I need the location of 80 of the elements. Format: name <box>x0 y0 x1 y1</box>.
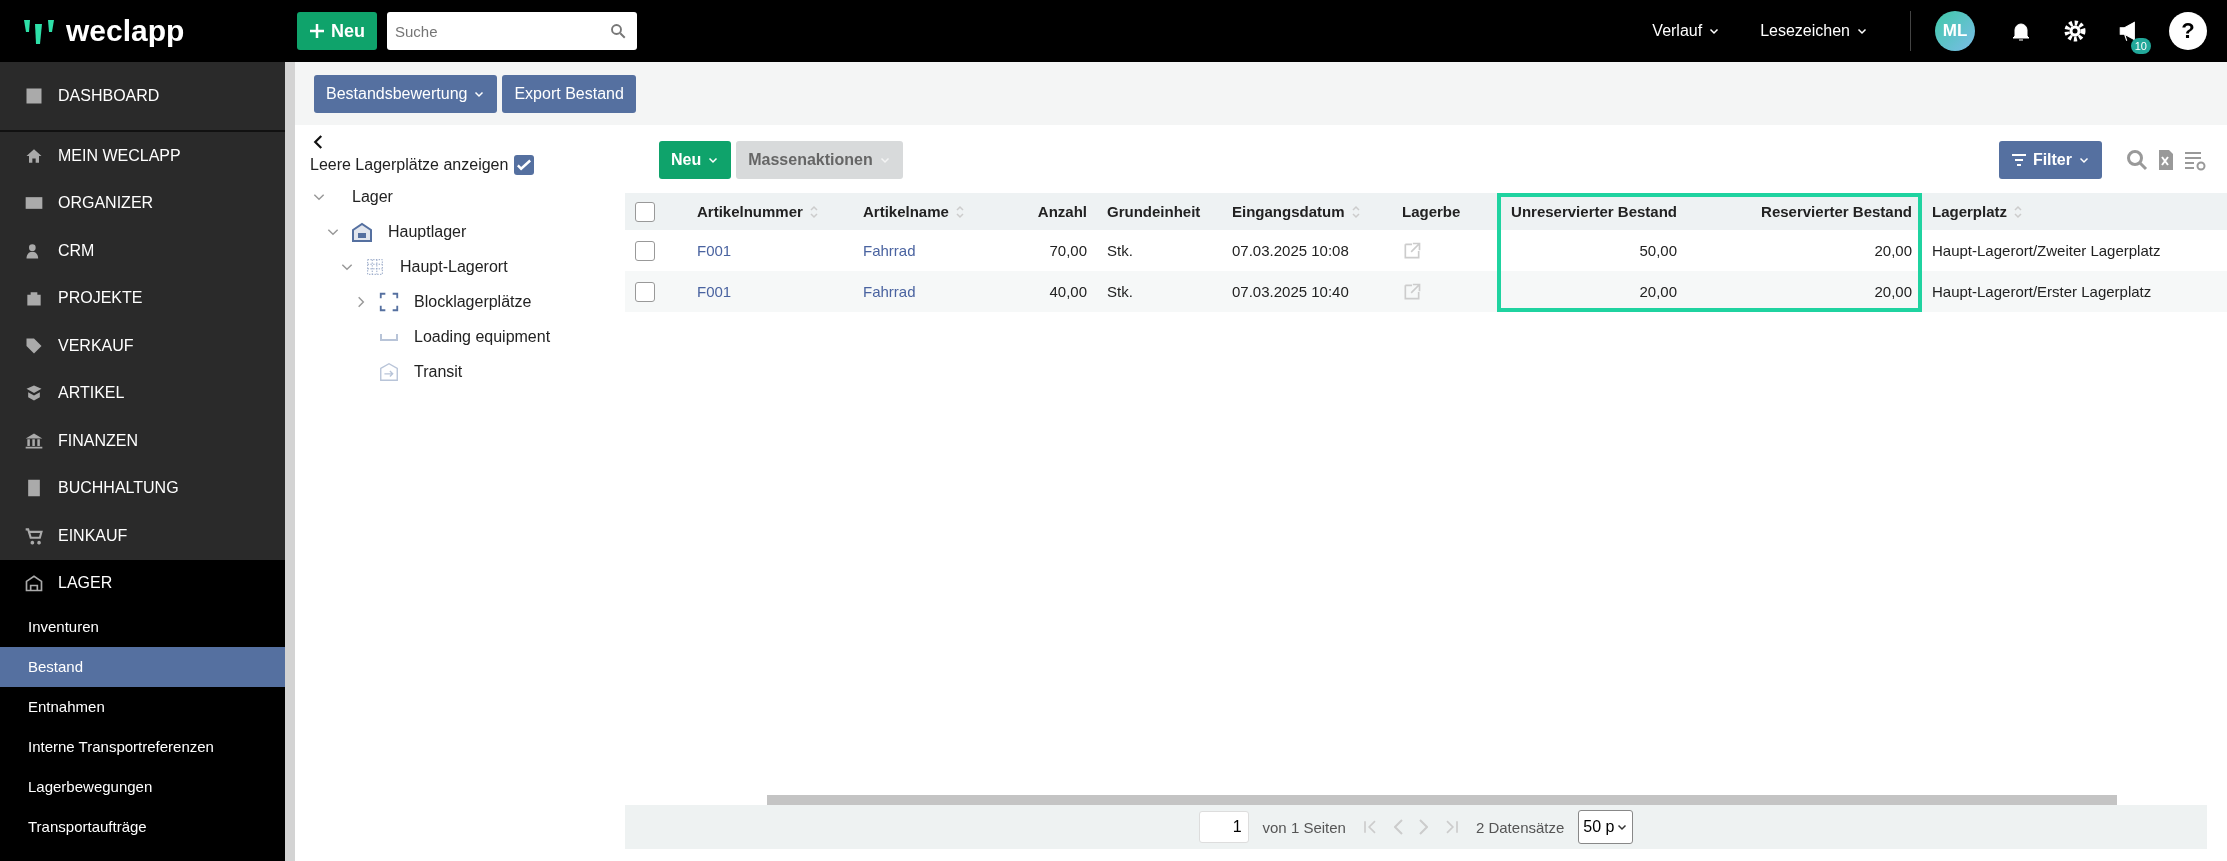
show-empty-checkbox[interactable] <box>514 155 535 175</box>
checkbox-label: Leere Lagerplätze anzeigen <box>310 156 509 174</box>
cart-icon <box>24 525 44 546</box>
sidebar-item[interactable]: FINANZEN <box>0 417 285 465</box>
search-icon <box>609 22 627 40</box>
column-header[interactable]: Unreservierter Bestand <box>1497 193 1687 230</box>
table-cell-text: Stk. <box>1106 241 1134 261</box>
column-header[interactable]: Grundeinheit <box>1097 193 1222 230</box>
sidebar-item[interactable]: DASHBOARD <box>0 62 285 132</box>
sidebar-item[interactable]: VERKAUF <box>0 322 285 370</box>
select-all-checkbox[interactable] <box>635 201 655 222</box>
record-count: 2 Datensätze <box>1475 818 1565 836</box>
notification-badge: 10 <box>2130 38 2151 54</box>
column-header[interactable]: Anzahl <box>977 193 1097 230</box>
table-cell-text: 40,00 <box>1048 282 1088 302</box>
tree-item[interactable]: Transit <box>414 362 463 381</box>
sort-icon <box>954 204 965 219</box>
action-button[interactable]: Export Bestand <box>502 74 636 113</box>
plus-icon <box>309 23 325 39</box>
tree-item[interactable]: Lager <box>352 187 393 206</box>
sort-icon <box>808 204 819 219</box>
next-page-icon <box>1417 818 1428 836</box>
row-checkbox[interactable] <box>635 240 655 261</box>
previous-page-icon <box>1393 818 1404 836</box>
table-cell-text: 07.03.2025 10:40 <box>1231 282 1350 302</box>
table-cell-text: Haupt-Lagerort/Erster Lagerplatz <box>1931 282 2153 302</box>
menu-dropdown[interactable]: Verlauf <box>1646 21 1727 41</box>
sidebar-item[interactable]: BUCHHALTUNG <box>0 464 285 512</box>
check-icon <box>517 158 532 172</box>
external-link-icon <box>1402 240 1422 261</box>
sidebar-item[interactable]: MEIN WECLAPP <box>0 132 285 180</box>
sidebar-item[interactable]: EINKAUF <box>0 512 285 560</box>
arrow-box-icon <box>378 360 400 383</box>
table-link[interactable]: F001 <box>687 271 853 312</box>
action-button[interactable]: Bestandsbewertung <box>314 74 498 113</box>
table-cell-text: Stk. <box>1106 282 1134 302</box>
page-input[interactable]: 1 <box>1198 811 1249 843</box>
table-link[interactable]: Fahrrad <box>853 271 977 312</box>
table-cell: 20,00 <box>1687 230 1922 271</box>
table-cell: 20,00 <box>1497 271 1687 312</box>
bracket-icon <box>380 332 398 341</box>
help-button[interactable]: ? <box>2169 12 2207 50</box>
column-header[interactable]: Lagerplatz <box>1922 193 2202 230</box>
page-size-select[interactable]: 50 p <box>1578 810 1634 844</box>
tree-item[interactable]: Haupt-Lagerort <box>400 257 508 276</box>
table-cell-text: Haupt-Lagerort/Zweiter Lagerplatz <box>1931 241 2162 261</box>
dashed-frame-icon <box>378 290 400 313</box>
sidebar-item[interactable]: Bestand <box>0 647 285 687</box>
table-link[interactable]: Fahrrad <box>853 230 977 271</box>
external-link-icon <box>1402 281 1422 302</box>
sort-icon <box>1350 204 1361 219</box>
settings-icon[interactable] <box>2063 19 2087 43</box>
column-header[interactable]: Eingangsdatum <box>1222 193 1392 230</box>
tree-item[interactable]: Hauptlager <box>388 222 467 241</box>
table-cell-text: 70,00 <box>1048 241 1088 261</box>
filter-button[interactable]: Filter <box>1998 141 2102 179</box>
table-link[interactable]: F001 <box>687 230 853 271</box>
logo-text: weclapp <box>66 14 185 48</box>
sidebar-item[interactable]: ORGANIZER <box>0 179 285 227</box>
tree-item[interactable]: Loading equipment <box>414 327 551 346</box>
horizontal-scrollbar[interactable] <box>767 795 2117 805</box>
tree-item[interactable]: Blocklagerplätze <box>414 292 532 311</box>
table-cell-text: 07.03.2025 10:08 <box>1231 241 1350 261</box>
column-header[interactable]: Reservierter Bestand <box>1687 193 1922 230</box>
column-header[interactable]: Artikelnummer <box>687 193 853 230</box>
menu-dropdown[interactable]: Lesezeichen <box>1754 21 1874 41</box>
filter-icon <box>2010 153 2027 167</box>
table-cell: 20,00 <box>1687 271 1922 312</box>
sidebar-item[interactable]: CRM <box>0 227 285 275</box>
table-cell: 50,00 <box>1497 230 1687 271</box>
search-icon <box>2125 148 2149 172</box>
page-count: von 1 Seiten <box>1262 818 1346 836</box>
sidebar-item[interactable]: PROJEKTE <box>0 274 285 322</box>
warehouse-icon <box>24 573 44 594</box>
search-field[interactable]: Suche <box>387 12 637 50</box>
row-checkbox[interactable] <box>635 281 655 302</box>
column-header[interactable]: Lagerbe <box>1392 193 1497 230</box>
sidebar-item[interactable]: ARTIKEL <box>0 369 285 417</box>
column-header[interactable]: Artikelname <box>853 193 977 230</box>
sort-icon <box>2013 204 2023 219</box>
